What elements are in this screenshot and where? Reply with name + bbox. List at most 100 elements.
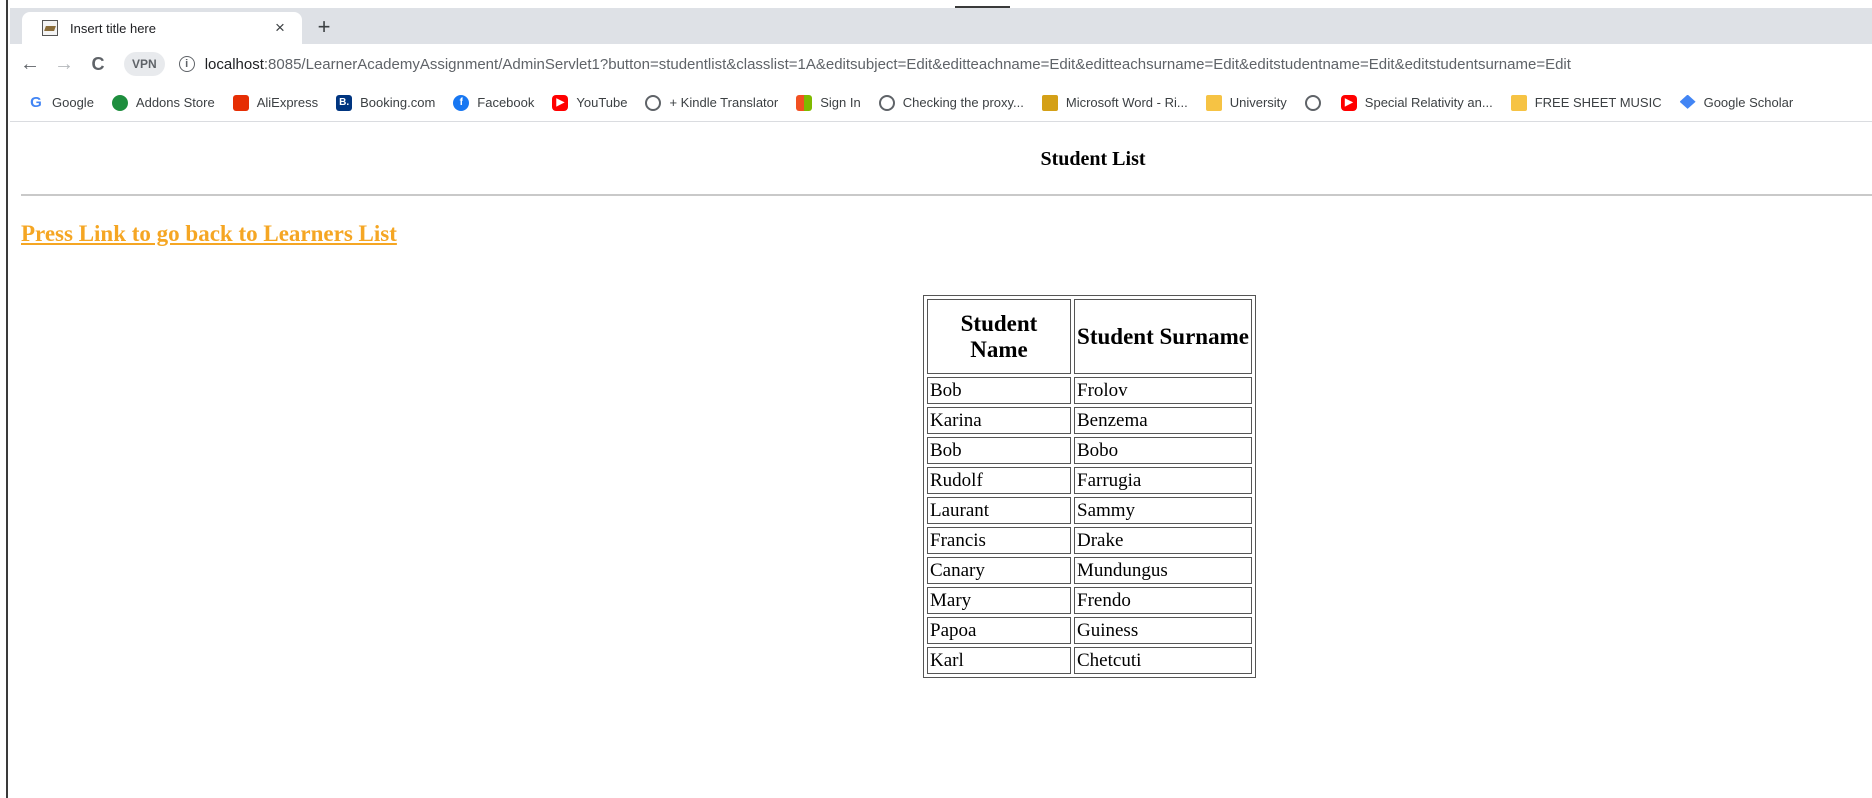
window-left-border — [0, 0, 8, 798]
bookmark-label: Google — [52, 95, 94, 110]
bookmarks-bar: G Google Addons Store AliExpress B. Booking.c… — [10, 84, 1872, 122]
bookmark-item[interactable]: AliExpress — [232, 94, 319, 111]
address-bar[interactable]: localhost:8085/LearnerAcademyAssignment/… — [205, 56, 1571, 73]
table-row: Mary Frendo — [927, 587, 1252, 614]
close-tab-icon[interactable]: × — [270, 18, 290, 38]
bookmark-item[interactable]: G Google — [28, 93, 94, 111]
student-surname-cell: Benzema — [1074, 407, 1252, 434]
folder-icon — [1205, 94, 1222, 111]
microsoft-icon — [796, 94, 813, 111]
column-header-student-name: Student Name — [927, 299, 1071, 374]
student-name-cell: Rudolf — [927, 467, 1071, 494]
student-name-cell: Laurant — [927, 497, 1071, 524]
table-row: Bob Frolov — [927, 377, 1252, 404]
word-doc-icon — [1041, 94, 1058, 111]
booking-icon: B. — [336, 94, 353, 111]
bookmark-label: YouTube — [576, 95, 628, 110]
back-to-learners-link[interactable]: Press Link to go back to Learners List — [21, 221, 397, 247]
youtube-icon: ▶ — [552, 94, 569, 111]
facebook-icon: f — [453, 94, 470, 111]
forward-button[interactable]: → — [50, 50, 78, 78]
table-header-row: Student Name Student Surname — [927, 299, 1252, 374]
bookmark-label: + Kindle Translator — [669, 95, 779, 110]
student-surname-cell: Guiness — [1074, 617, 1252, 644]
url-path: :8085/LearnerAcademyAssignment/AdminServ… — [263, 55, 1571, 73]
reload-button[interactable]: C — [84, 50, 112, 78]
globe-icon — [1304, 94, 1321, 111]
student-name-cell: Canary — [927, 557, 1071, 584]
table-row: Bob Bobo — [927, 437, 1252, 464]
bookmark-label: Booking.com — [360, 95, 436, 110]
student-surname-cell: Frolov — [1074, 377, 1252, 404]
window-frame — [0, 0, 1872, 6]
page-favicon-icon — [42, 20, 58, 36]
table-row: Karina Benzema — [927, 407, 1252, 434]
back-button[interactable]: ← — [16, 50, 44, 78]
student-surname-cell: Drake — [1074, 527, 1252, 554]
browser-chrome: Insert title here × + ← → C VPN i localh… — [10, 8, 1872, 123]
vpn-badge[interactable]: VPN — [124, 52, 165, 76]
browser-toolbar: ← → C VPN i localhost:8085/LearnerAcadem… — [10, 44, 1872, 84]
student-name-cell: Francis — [927, 527, 1071, 554]
bookmark-item[interactable]: ▶ Special Relativity an... — [1340, 94, 1493, 111]
bookmark-label: Addons Store — [135, 95, 215, 110]
bookmark-label: AliExpress — [256, 95, 319, 110]
student-name-cell: Karina — [927, 407, 1071, 434]
bookmark-label: Checking the proxy... — [902, 95, 1024, 110]
new-tab-button[interactable]: + — [310, 14, 338, 42]
bookmark-item[interactable]: B. Booking.com — [336, 94, 436, 111]
bookmark-item[interactable]: FREE SHEET MUSIC — [1510, 94, 1662, 111]
addons-store-icon — [111, 94, 128, 111]
bookmark-item[interactable]: + Kindle Translator — [645, 94, 779, 111]
bookmark-label: FREE SHEET MUSIC — [1534, 95, 1662, 110]
page-content: Student List Press Link to go back to Le… — [10, 123, 1872, 798]
student-surname-cell: Sammy — [1074, 497, 1252, 524]
student-table: Student Name Student Surname Bob Frolov Ka… — [923, 295, 1256, 678]
google-scholar-icon — [1679, 94, 1696, 109]
table-row: Canary Mundungus — [927, 557, 1252, 584]
tab-title: Insert title here — [70, 20, 156, 36]
bookmark-label: Special Relativity an... — [1364, 95, 1493, 110]
site-info-icon[interactable]: i — [178, 56, 195, 72]
globe-icon — [878, 94, 895, 111]
student-name-cell: Bob — [927, 437, 1071, 464]
student-surname-cell: Bobo — [1074, 437, 1252, 464]
bookmark-item[interactable]: Google Scholar — [1679, 94, 1794, 111]
table-row: Papoa Guiness — [927, 617, 1252, 644]
table-row: Karl Chetcuti — [927, 647, 1252, 674]
student-name-cell: Karl — [927, 647, 1071, 674]
bookmark-item[interactable]: Checking the proxy... — [878, 94, 1024, 111]
student-surname-cell: Chetcuti — [1074, 647, 1252, 674]
student-name-cell: Bob — [927, 377, 1071, 404]
bookmark-item[interactable]: Addons Store — [111, 94, 215, 111]
aliexpress-icon — [232, 94, 249, 111]
student-name-cell: Mary — [927, 587, 1071, 614]
google-icon: G — [30, 93, 42, 111]
student-table-wrapper: Student Name Student Surname Bob Frolov Ka… — [923, 295, 1256, 678]
student-surname-cell: Frendo — [1074, 587, 1252, 614]
bookmark-item[interactable]: Sign In — [796, 94, 861, 111]
bookmark-item[interactable]: Microsoft Word - Ri... — [1041, 94, 1188, 111]
page-title: Student List — [1040, 148, 1146, 170]
student-name-cell: Papoa — [927, 617, 1071, 644]
globe-icon — [645, 94, 662, 111]
bookmark-item[interactable] — [1304, 94, 1329, 111]
student-surname-cell: Farrugia — [1074, 467, 1252, 494]
bookmark-label: University — [1229, 95, 1287, 110]
table-row: Rudolf Farrugia — [927, 467, 1252, 494]
bookmark-item[interactable]: ▶ YouTube — [552, 94, 628, 111]
bookmark-label: Microsoft Word - Ri... — [1065, 95, 1188, 110]
bookmark-item[interactable]: University — [1205, 94, 1287, 111]
student-surname-cell: Mundungus — [1074, 557, 1252, 584]
url-host: localhost — [204, 55, 264, 73]
browser-tab[interactable]: Insert title here × — [22, 12, 302, 44]
youtube-icon: ▶ — [1340, 94, 1357, 111]
column-header-student-surname: Student Surname — [1074, 299, 1252, 374]
bookmark-label: Sign In — [820, 95, 861, 110]
bookmark-label: Facebook — [477, 95, 535, 110]
horizontal-rule — [21, 194, 1872, 196]
bookmark-item[interactable]: f Facebook — [453, 94, 535, 111]
table-row: Laurant Sammy — [927, 497, 1252, 524]
folder-icon — [1510, 94, 1527, 111]
bookmark-label: Google Scholar — [1703, 95, 1794, 110]
